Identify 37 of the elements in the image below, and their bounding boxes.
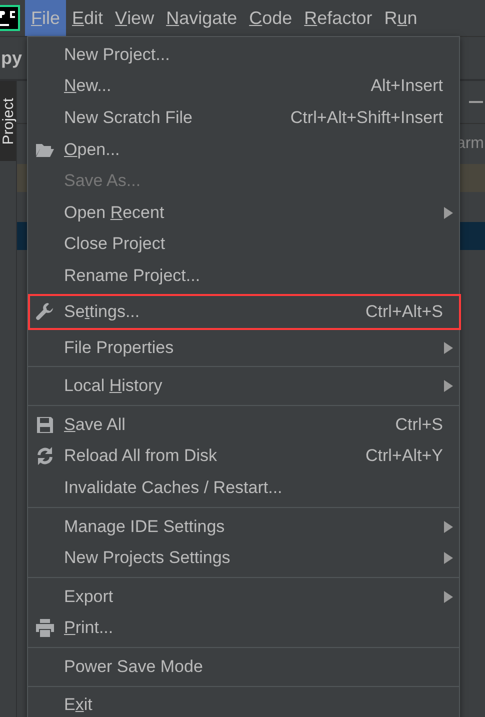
menu-item[interactable]: New Project...	[28, 39, 459, 71]
menu-item[interactable]: Invalidate Caches / Restart...	[28, 472, 459, 504]
menu-item[interactable]: File Properties	[28, 332, 459, 364]
menu-item[interactable]: Open...	[28, 134, 459, 166]
shortcut-text: Ctrl+Alt+S	[366, 302, 443, 322]
menu-item[interactable]: Reload All from Disk Ctrl+Alt+Y	[28, 440, 459, 472]
menu-bar-item[interactable]: Navigate	[160, 0, 244, 36]
menu-item[interactable]: Print...	[28, 612, 459, 644]
menu-item[interactable]: Power Save Mode	[28, 651, 459, 683]
menu-item[interactable]: Manage IDE Settings	[28, 510, 459, 542]
wrench-icon	[35, 302, 55, 322]
menu-item[interactable]: Export	[28, 580, 459, 612]
menu-item[interactable]: New... Alt+Insert	[28, 70, 459, 102]
menu-item[interactable]: Exit	[28, 690, 459, 717]
printer-icon	[35, 618, 55, 638]
shortcut-text: Ctrl+Alt+Y	[366, 446, 443, 466]
app-logo	[0, 5, 20, 31]
shortcut-text: Alt+Insert	[370, 76, 443, 96]
menu-item[interactable]: Local History	[28, 370, 459, 402]
menu-item[interactable]: Settings... Ctrl+Alt+S	[28, 294, 459, 330]
menu-item[interactable]: Rename Project...	[28, 260, 459, 292]
menu-bar-item[interactable]: View	[109, 0, 160, 36]
menu-item[interactable]: New Projects Settings	[28, 542, 459, 574]
project-name: py	[1, 48, 22, 68]
menu-bar-item[interactable]: Code	[243, 0, 298, 36]
menu-bar-item[interactable]: Edit	[66, 0, 110, 36]
minimize-icon[interactable]	[469, 101, 483, 103]
reload-icon	[35, 446, 55, 466]
shortcut-text: Ctrl+Alt+Shift+Insert	[290, 108, 443, 128]
menu-item[interactable]: Open Recent	[28, 196, 459, 229]
shortcut-text: Ctrl+S	[395, 414, 443, 435]
project-tool-tab[interactable]: Project	[0, 81, 16, 161]
menu-item[interactable]: Close Project	[28, 228, 459, 260]
menu-item[interactable]: New Scratch File Ctrl+Alt+Shift+Insert	[28, 102, 459, 134]
menu-bar-item[interactable]: Run	[378, 0, 424, 36]
menu-item[interactable]: Save All Ctrl+S	[28, 408, 459, 441]
menu-bar-item[interactable]: Refactor	[298, 0, 378, 36]
